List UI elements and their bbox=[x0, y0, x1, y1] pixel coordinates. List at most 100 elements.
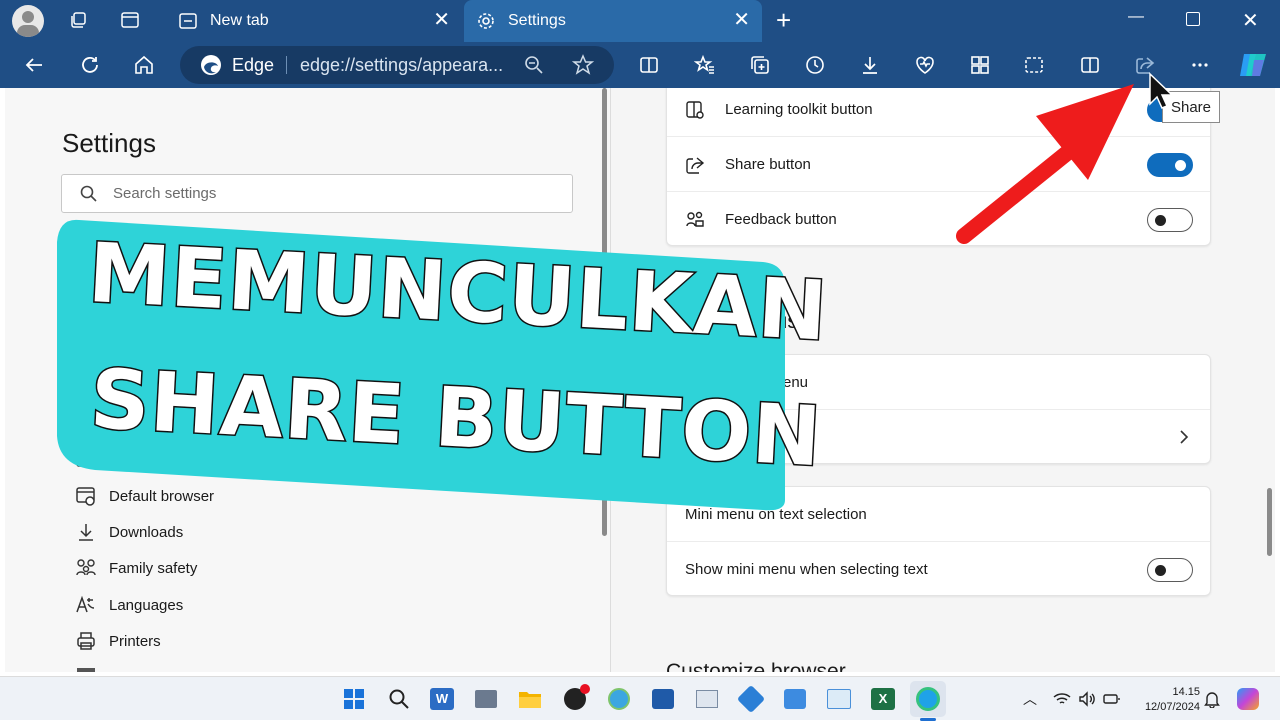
obs-icon[interactable] bbox=[561, 684, 590, 713]
split-screen-icon[interactable] bbox=[633, 50, 665, 80]
taskbar-search-icon[interactable] bbox=[385, 685, 413, 713]
search-input[interactable]: Search settings bbox=[61, 174, 573, 213]
mini-menu-title: Mini menu on text selection bbox=[685, 506, 867, 523]
workspaces-icon[interactable] bbox=[62, 5, 94, 35]
battery-icon[interactable] bbox=[1098, 685, 1126, 713]
feedback-button-toggle[interactable] bbox=[1147, 208, 1193, 232]
mini-menu-setting-row: Show mini menu when selecting text bbox=[667, 542, 1210, 597]
address-bar[interactable]: Edge edge://settings/appeara... bbox=[180, 46, 614, 84]
new-tab-button[interactable]: + bbox=[776, 7, 791, 33]
collections-icon[interactable] bbox=[744, 50, 776, 80]
stock-app-icon[interactable] bbox=[693, 685, 721, 713]
context-menu-row: enu bbox=[667, 355, 1210, 410]
word-icon[interactable]: W bbox=[428, 685, 456, 713]
edge-logo-icon bbox=[201, 55, 221, 75]
clock-date: 12/07/2024 bbox=[1144, 701, 1200, 713]
store-icon[interactable] bbox=[649, 685, 677, 713]
puzzle-app-icon[interactable] bbox=[736, 684, 766, 714]
sidebar-scrollbar[interactable] bbox=[602, 88, 607, 536]
search-placeholder: Search settings bbox=[113, 185, 217, 202]
sidebar-item-default-browser[interactable]: Default browser bbox=[75, 484, 214, 508]
sidebar-item-printers[interactable]: Printers bbox=[75, 629, 161, 653]
selected-indicator bbox=[63, 300, 66, 324]
context-menus-heading: nus bbox=[764, 310, 798, 333]
sidebar-item-family-safety[interactable]: Family safety bbox=[75, 556, 197, 580]
feedback-button-label: Feedback button bbox=[725, 211, 837, 228]
site-identity-label: Edge bbox=[232, 55, 275, 75]
close-tab-icon[interactable]: ✕ bbox=[733, 9, 750, 31]
photos-icon[interactable] bbox=[781, 685, 809, 713]
notifications-icon[interactable] bbox=[1198, 685, 1226, 713]
remote-desktop-icon[interactable] bbox=[472, 685, 500, 713]
share-button-label: Share button bbox=[725, 156, 811, 173]
cookies-icon bbox=[76, 452, 95, 469]
copilot-icon[interactable] bbox=[1236, 48, 1270, 82]
more-options-icon[interactable] bbox=[1184, 50, 1216, 80]
sidebar-item-label: Cookies and site p bbox=[109, 451, 233, 469]
search-icon bbox=[80, 185, 97, 202]
sidebar-item-languages[interactable]: Languages bbox=[75, 593, 183, 617]
sidebar-item-label: Languages bbox=[109, 596, 184, 614]
chevron-right-icon bbox=[1180, 430, 1189, 444]
show-hidden-icons[interactable]: ︿ bbox=[1016, 685, 1044, 713]
context-menu-link-row[interactable] bbox=[667, 410, 1210, 465]
default-browser-icon bbox=[76, 487, 95, 506]
copilot-taskbar-icon[interactable] bbox=[1234, 685, 1262, 713]
taskbar: W X ︿ 14.15 12/07/2024 bbox=[0, 676, 1280, 721]
tab-new-tab[interactable]: New tab ✕ bbox=[166, 0, 462, 42]
tab-actions-icon[interactable] bbox=[114, 5, 146, 35]
close-tab-icon[interactable]: ✕ bbox=[433, 9, 450, 31]
start-icon[interactable] bbox=[340, 685, 368, 713]
languages-icon bbox=[76, 595, 95, 613]
refresh-icon[interactable] bbox=[74, 50, 106, 80]
toolbar-buttons-card: Learning toolkit button Share button Fee… bbox=[666, 88, 1211, 246]
globe-app-icon[interactable] bbox=[605, 685, 633, 713]
main-scrollbar[interactable] bbox=[1267, 488, 1272, 556]
excel-icon[interactable]: X bbox=[869, 685, 897, 713]
extensions-icon[interactable] bbox=[964, 50, 996, 80]
share-button-toggle[interactable] bbox=[1147, 153, 1193, 177]
zoom-icon[interactable] bbox=[524, 55, 544, 75]
context-menu-label: enu bbox=[783, 374, 809, 391]
sidebar-item-label: Default browser bbox=[109, 487, 215, 505]
restore-button[interactable] bbox=[1186, 12, 1200, 26]
tab-label: New tab bbox=[210, 12, 269, 29]
family-icon bbox=[76, 559, 96, 576]
add-favorite-icon[interactable] bbox=[572, 54, 594, 76]
sidebar-item-cookies[interactable]: Cookies and site p bbox=[75, 448, 232, 472]
context-menus-card: enu bbox=[666, 354, 1211, 464]
downloads-icon[interactable] bbox=[854, 50, 886, 80]
paint-icon[interactable] bbox=[825, 685, 853, 713]
volume-icon[interactable] bbox=[1073, 685, 1101, 713]
wifi-icon[interactable] bbox=[1048, 685, 1076, 713]
history-icon[interactable] bbox=[799, 50, 831, 80]
close-window-button[interactable]: ✕ bbox=[1242, 8, 1259, 33]
home-icon[interactable] bbox=[128, 50, 160, 80]
learning-toolkit-row: Learning toolkit button bbox=[667, 88, 1210, 137]
browser-essentials-icon[interactable] bbox=[909, 50, 941, 80]
minimize-button[interactable]: — bbox=[1128, 8, 1144, 26]
feedback-icon bbox=[686, 211, 704, 227]
cursor-icon bbox=[1149, 72, 1174, 109]
tab-label: Settings bbox=[508, 12, 566, 29]
screenshot-icon[interactable] bbox=[1018, 50, 1050, 80]
favorites-icon[interactable] bbox=[689, 50, 721, 80]
tab-settings[interactable]: Settings ✕ bbox=[464, 0, 762, 42]
back-icon[interactable] bbox=[18, 50, 50, 80]
mini-menu-title-row: Mini menu on text selection bbox=[667, 487, 1210, 542]
edge-taskbar-icon[interactable] bbox=[910, 681, 946, 717]
sidebar-item-downloads[interactable]: Downloads bbox=[75, 520, 183, 544]
mini-menu-toggle[interactable] bbox=[1147, 558, 1193, 582]
download-icon bbox=[79, 524, 93, 541]
learning-toolkit-icon bbox=[686, 101, 704, 119]
profile-avatar[interactable] bbox=[12, 5, 44, 37]
learning-toolkit-icon[interactable] bbox=[1074, 50, 1106, 80]
feedback-button-row: Feedback button bbox=[667, 192, 1210, 247]
url-text[interactable]: edge://settings/appeara... bbox=[300, 55, 503, 76]
mini-menu-setting-label: Show mini menu when selecting text bbox=[685, 561, 928, 578]
clock-time: 14.15 bbox=[1172, 686, 1200, 698]
clock[interactable]: 14.15 12/07/2024 bbox=[1134, 685, 1200, 715]
share-icon bbox=[686, 157, 705, 174]
settings-sidebar: Settings Search settings Cookies and sit… bbox=[5, 88, 610, 672]
file-explorer-icon[interactable] bbox=[516, 685, 544, 713]
